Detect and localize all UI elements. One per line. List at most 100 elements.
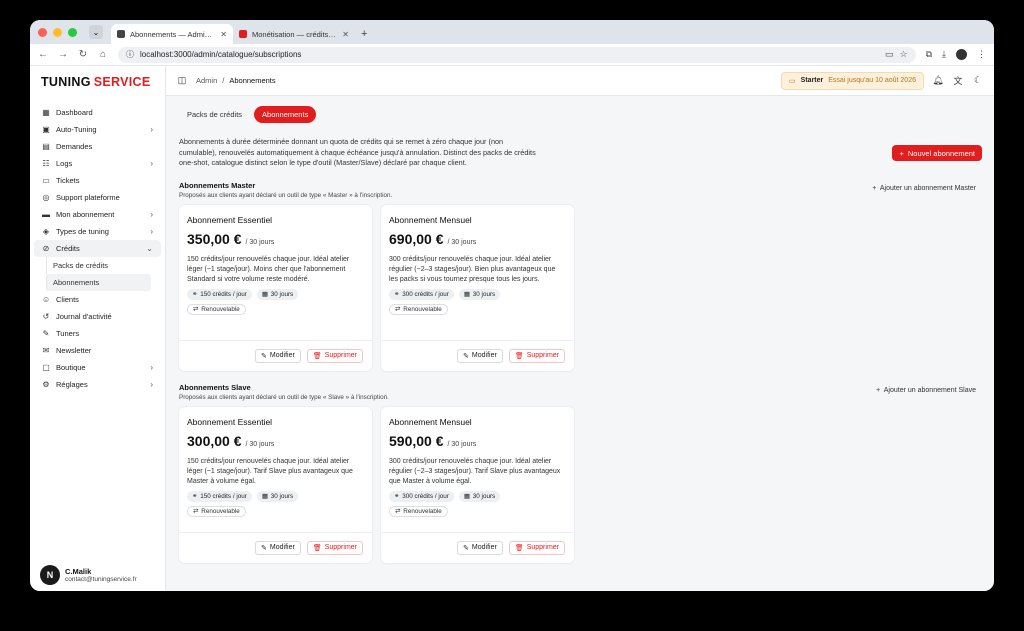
browser-tab[interactable]: Monétisation — crédits, abon ✕ bbox=[233, 24, 355, 44]
sidebar-item-dashboard[interactable]: ▦ Dashboard bbox=[34, 104, 161, 121]
delete-button[interactable]: 🗑︎ Supprimer bbox=[508, 540, 565, 555]
section-title: Abonnements Slave bbox=[179, 382, 251, 392]
download-icon[interactable]: ⤓ bbox=[942, 49, 946, 60]
breadcrumb-admin[interactable]: Admin bbox=[196, 76, 217, 85]
link-icon: ⚭ bbox=[192, 291, 198, 299]
delete-button[interactable]: 🗑︎ Supprimer bbox=[508, 348, 565, 363]
cast-icon[interactable]: ▭ bbox=[885, 49, 894, 60]
sidebar-item-users[interactable]: ☺ Clients bbox=[34, 291, 161, 308]
language-icon[interactable]: 文 bbox=[952, 74, 964, 87]
delete-label: Supprimer bbox=[324, 544, 357, 551]
delete-button[interactable]: 🗑︎ Supprimer bbox=[306, 540, 363, 555]
card-period: / 30 jours bbox=[245, 238, 275, 246]
chevron-right-icon: › bbox=[150, 210, 153, 219]
sidebar-item-wrench[interactable]: ✎ Tuners bbox=[34, 325, 161, 342]
notifications-bell-icon[interactable]: 🔔︎ bbox=[932, 75, 944, 86]
section-subtitle: Proposés aux clients ayant déclaré un ou… bbox=[179, 191, 393, 199]
renewable-chip: ⇄ Renouvelable bbox=[187, 506, 246, 518]
sidebar-item-shop[interactable]: ▢ Boutique › bbox=[34, 359, 161, 376]
link-icon: ⚭ bbox=[394, 291, 400, 299]
repeat-icon: ⇄ bbox=[395, 508, 401, 516]
forward-icon[interactable]: → bbox=[58, 49, 68, 60]
minimize-window-button[interactable] bbox=[53, 27, 62, 37]
theme-toggle-icon[interactable]: ☾ bbox=[972, 75, 984, 86]
renewable-chip-label: Renouvelable bbox=[403, 508, 442, 516]
sidebar-item-label: Support plateforme bbox=[56, 193, 120, 202]
sidebar-item-credits[interactable]: ⊘ Crédits ⌄ bbox=[34, 240, 161, 257]
close-window-button[interactable] bbox=[38, 27, 47, 37]
new-tab-icon[interactable]: + bbox=[361, 28, 367, 40]
renewable-chip: ⇄ Renouvelable bbox=[187, 304, 246, 316]
sidebar-item-mail[interactable]: ✉ Newsletter bbox=[34, 342, 161, 359]
sidebar-item-label: Logs bbox=[56, 159, 73, 168]
card-chips-row2: ⇄ Renouvelable bbox=[389, 506, 566, 518]
renewable-chip-label: Renouvelable bbox=[201, 306, 240, 314]
user-profile[interactable]: N C.Malik contact@tuningservice.fr bbox=[40, 565, 137, 585]
sidebar-item-label: Demandes bbox=[56, 142, 93, 151]
reload-icon[interactable]: ↻ bbox=[78, 49, 88, 60]
sidebar-item-support[interactable]: ◎ Support plateforme bbox=[34, 189, 161, 206]
brand-part1: TUNING bbox=[41, 75, 91, 89]
site-info-icon[interactable]: ⓘ bbox=[126, 49, 134, 60]
subscription-sections: Abonnements Master Proposés aux clients … bbox=[179, 181, 982, 563]
edit-button[interactable]: ✎ Modifier bbox=[457, 540, 503, 555]
plus-icon: + bbox=[899, 148, 904, 158]
sidebar-item-ticket[interactable]: ▭ Tickets bbox=[34, 172, 161, 189]
extensions-icon[interactable]: ⧉ bbox=[926, 49, 932, 60]
brand-logo[interactable]: TUNING SERVICE bbox=[30, 66, 165, 98]
card-title: Abonnement Essentiel bbox=[187, 416, 273, 427]
card-period: / 30 jours bbox=[447, 238, 477, 246]
add-subscription-link[interactable]: + Ajouter un abonnement Slave bbox=[876, 387, 976, 394]
home-icon[interactable]: ⌂ bbox=[98, 49, 108, 60]
url-text: localhost:3000/admin/catalogue/subscript… bbox=[140, 50, 302, 59]
new-subscription-button[interactable]: + Nouvel abonnement bbox=[892, 145, 982, 161]
tab-packs-credits[interactable]: Packs de crédits bbox=[179, 106, 250, 123]
sidebar-item-history[interactable]: ↺ Journal d'activité bbox=[34, 308, 161, 325]
edit-button[interactable]: ✎ Modifier bbox=[255, 348, 301, 363]
card-price: 300,00 € bbox=[187, 432, 242, 449]
app-shell: TUNING SERVICE ▦ Dashboard ▣ Auto-Tuning… bbox=[30, 66, 994, 591]
sidebar-item-card[interactable]: ▬ Mon abonnement › bbox=[34, 206, 161, 223]
trash-icon: 🗑︎ bbox=[312, 352, 322, 360]
sidebar-item-inbox[interactable]: ▤ Demandes bbox=[34, 138, 161, 155]
sidebar-item-cpu[interactable]: ▣ Auto-Tuning › bbox=[34, 121, 161, 138]
sidebar-item-logs[interactable]: ☷ Logs › bbox=[34, 155, 161, 172]
sidebar-toggle-icon[interactable]: ◫ bbox=[176, 75, 188, 86]
sidebar-item-label: Journal d'activité bbox=[56, 312, 112, 321]
chevron-right-icon: › bbox=[150, 227, 153, 236]
sidebar-subitem-packs[interactable]: Packs de crédits bbox=[46, 257, 151, 274]
credits-chip: ⚭ 150 crédits / jour bbox=[187, 491, 252, 503]
address-bar-row: ← → ↻ ⌂ ⓘ localhost:3000/admin/catalogue… bbox=[30, 44, 994, 66]
calendar-icon: ▦ bbox=[261, 493, 268, 501]
sidebar-subitem-abonnements[interactable]: Abonnements bbox=[46, 274, 151, 291]
profile-avatar[interactable] bbox=[956, 49, 967, 60]
url-field[interactable]: ⓘ localhost:3000/admin/catalogue/subscri… bbox=[118, 46, 916, 63]
edit-label: Modifier bbox=[471, 544, 497, 551]
delete-button[interactable]: 🗑︎ Supprimer bbox=[306, 348, 363, 363]
inbox-icon: ▤ bbox=[42, 142, 50, 151]
maximize-window-button[interactable] bbox=[68, 27, 77, 37]
sidebar-item-tag[interactable]: ◈ Types de tuning › bbox=[34, 223, 161, 240]
tab-abonnements[interactable]: Abonnements bbox=[254, 106, 317, 123]
tab-close-icon[interactable]: ✕ bbox=[220, 30, 227, 39]
browser-menu-icon[interactable]: ⋮ bbox=[977, 49, 986, 60]
edit-button[interactable]: ✎ Modifier bbox=[457, 348, 503, 363]
dashboard-icon: ▦ bbox=[42, 108, 50, 117]
browser-tab-active[interactable]: Abonnements — Admin · Tuni ✕ bbox=[111, 24, 233, 44]
tab-search-icon[interactable]: ⌄ bbox=[89, 25, 103, 39]
bookmark-star-icon[interactable]: ☆ bbox=[900, 49, 908, 60]
add-subscription-link[interactable]: + Ajouter un abonnement Master bbox=[872, 185, 976, 192]
edit-label: Modifier bbox=[269, 352, 295, 359]
edit-label: Modifier bbox=[269, 544, 295, 551]
back-icon[interactable]: ← bbox=[38, 49, 48, 60]
credits-chip-label: 150 crédits / jour bbox=[200, 493, 247, 501]
plan-badge[interactable]: ▭ Starter Essai jusqu'au 10 août 2026 bbox=[781, 71, 924, 90]
page-body: Packs de crédits Abonnements Abonnements… bbox=[166, 106, 994, 563]
sidebar-item-label: Réglages bbox=[56, 380, 88, 389]
calendar-icon: ▦ bbox=[463, 291, 470, 299]
edit-button[interactable]: ✎ Modifier bbox=[255, 540, 301, 555]
sidebar-item-settings[interactable]: ⚙ Réglages › bbox=[34, 376, 161, 393]
duration-chip: ▦ 30 jours bbox=[458, 289, 501, 301]
section-header: Abonnements Master Proposés aux clients … bbox=[179, 181, 982, 199]
tab-close-icon[interactable]: ✕ bbox=[342, 30, 349, 39]
